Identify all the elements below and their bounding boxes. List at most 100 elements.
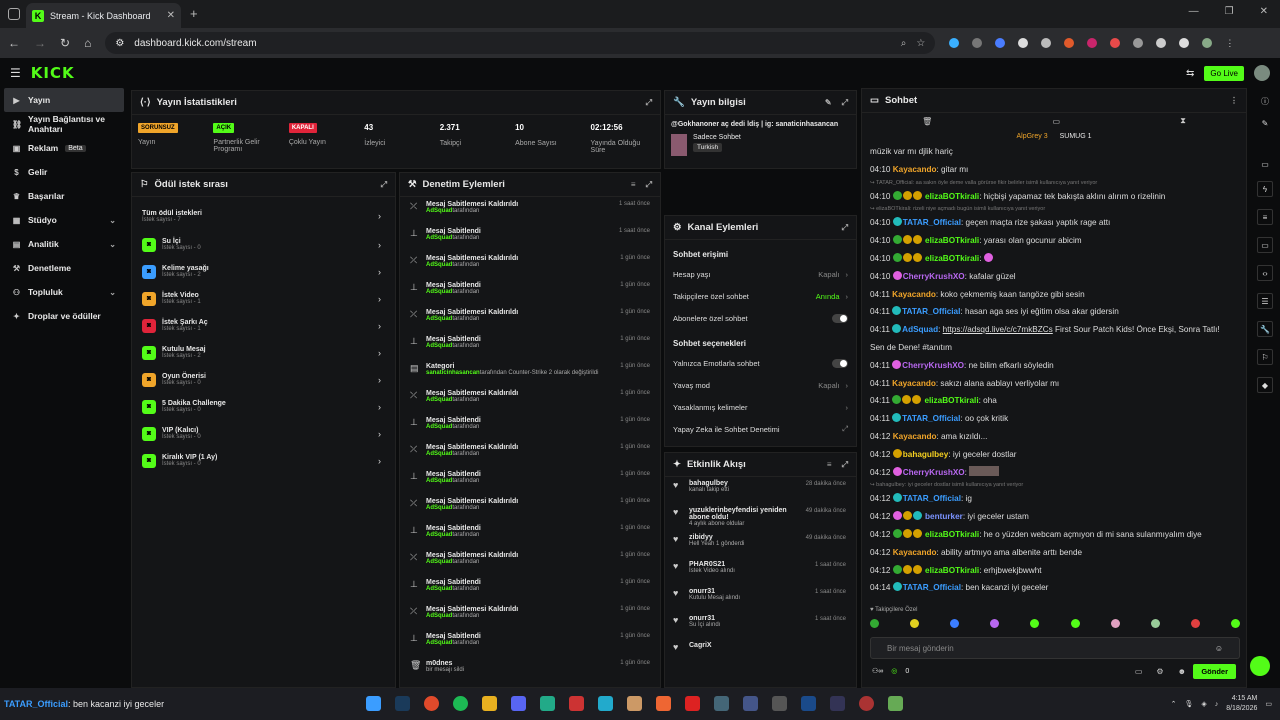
channel-setting-row[interactable]: Hesap yaşı Kapalı › bbox=[665, 263, 856, 285]
close-window-icon[interactable]: ✕ bbox=[1260, 6, 1268, 17]
message-icon[interactable]: ▭ bbox=[1052, 117, 1060, 126]
file-explorer-icon[interactable] bbox=[482, 696, 497, 711]
sidebar-item[interactable]: ▣ Reklam Beta bbox=[0, 136, 128, 160]
app-icon[interactable] bbox=[540, 696, 555, 711]
sidebar-item[interactable]: ⛓ Yayın Bağlantısı ve Anahtarı bbox=[0, 112, 128, 136]
popout-icon[interactable]: ⤢ bbox=[646, 98, 652, 108]
hamburger-menu-icon[interactable]: ☰ bbox=[10, 66, 21, 80]
go-live-button[interactable]: Go Live bbox=[1204, 65, 1244, 81]
channel-setting-row[interactable]: Takipçilere özel sohbet Anında › bbox=[665, 285, 856, 307]
maximize-icon[interactable]: ❐ bbox=[1225, 6, 1234, 17]
trash-icon[interactable]: 🗑 bbox=[922, 117, 932, 126]
app-icon[interactable] bbox=[888, 696, 903, 711]
sidebar-item[interactable]: $ Gelir bbox=[0, 160, 128, 184]
sidebar-item[interactable]: ⚇ Topluluk ⌄ bbox=[0, 280, 128, 304]
emote-icon[interactable] bbox=[950, 619, 960, 628]
channel-setting-row[interactable]: Yasaklanmış kelimeler › bbox=[665, 396, 856, 418]
info-icon[interactable]: ⓘ bbox=[1261, 96, 1269, 107]
app-icon[interactable] bbox=[569, 696, 584, 711]
app-icon[interactable] bbox=[656, 696, 671, 711]
app-icon[interactable] bbox=[772, 696, 787, 711]
app-icon[interactable] bbox=[743, 696, 758, 711]
discord-icon[interactable] bbox=[511, 696, 526, 711]
translate-icon[interactable]: ⇆ bbox=[1186, 68, 1194, 79]
bookmark-star-icon[interactable]: ☆ bbox=[916, 38, 925, 49]
user-avatar[interactable] bbox=[1254, 65, 1270, 81]
extension-icon[interactable] bbox=[1018, 38, 1029, 48]
extension-icon[interactable] bbox=[1064, 38, 1075, 48]
reward-row[interactable]: ◙ Kiralık VIP (1 Ay) İstek sayısı - 0 › bbox=[132, 447, 395, 474]
code-icon[interactable]: ‹› bbox=[1257, 265, 1273, 281]
users-icon[interactable]: ⚇∞ bbox=[872, 667, 883, 675]
reward-row[interactable]: ◙ Kelime yasağı İstek sayısı - 2 › bbox=[132, 258, 395, 285]
popout-icon[interactable]: ⤢ bbox=[842, 223, 848, 233]
emote-icon[interactable] bbox=[910, 619, 920, 628]
pencil-icon[interactable]: ✎ bbox=[1262, 119, 1269, 128]
sidebar-item[interactable]: ♛ Başarılar bbox=[0, 184, 128, 208]
emote-icon[interactable] bbox=[1230, 619, 1240, 628]
forward-icon[interactable]: → bbox=[34, 36, 46, 50]
tab-actions-icon[interactable] bbox=[8, 8, 20, 20]
app-icon[interactable] bbox=[830, 696, 845, 711]
bot-icon[interactable]: ☻ bbox=[1178, 667, 1186, 676]
gift-icon[interactable]: ⚐ bbox=[1257, 349, 1273, 365]
panel-toggle-icon[interactable]: ▭ bbox=[1261, 160, 1269, 169]
address-bar[interactable]: ⚙ dashboard.kick.com/stream ⌕ ☆ bbox=[105, 32, 936, 54]
site-info-icon[interactable]: ⚙ bbox=[115, 38, 124, 49]
extensions-puzzle-icon[interactable] bbox=[1156, 38, 1167, 48]
extension-icon[interactable] bbox=[995, 38, 1006, 48]
list-icon[interactable]: ≡ bbox=[1257, 209, 1273, 225]
emote-icon[interactable] bbox=[1030, 619, 1040, 628]
extension-icon[interactable] bbox=[1041, 38, 1052, 48]
emote-icon[interactable] bbox=[870, 619, 879, 628]
app-icon[interactable] bbox=[598, 696, 613, 711]
sidebar-item[interactable]: ▤ Analitik ⌄ bbox=[0, 232, 128, 256]
mic-icon[interactable]: 🎙 bbox=[1184, 700, 1193, 708]
new-tab-icon[interactable]: + bbox=[190, 6, 198, 21]
channel-setting-row[interactable]: Yapay Zeka ile Sohbet Denetimi ⤢ bbox=[665, 418, 856, 440]
send-button[interactable]: Gönder bbox=[1193, 664, 1236, 679]
channel-setting-row[interactable]: Yavaş mod Kapalı › bbox=[665, 374, 856, 396]
popout-icon[interactable]: ⤢ bbox=[381, 180, 387, 190]
emote-icon[interactable] bbox=[990, 619, 1000, 628]
reward-row[interactable]: ◙ Kutulu Mesaj İstek sayısı - 2 › bbox=[132, 339, 395, 366]
reward-row[interactable]: ◙ VIP (Kalıcı) İstek sayısı - 0 › bbox=[132, 420, 395, 447]
comment-icon[interactable]: ▭ bbox=[1257, 237, 1273, 253]
support-fab[interactable] bbox=[1250, 656, 1270, 676]
emote-icon[interactable] bbox=[1070, 619, 1080, 628]
popout-icon[interactable]: ⤢ bbox=[842, 98, 848, 108]
sidebar-item[interactable]: ✦ Droplar ve ödüller bbox=[0, 304, 128, 328]
reward-row[interactable]: ◙ İstek Şarkı Aç İstek sayısı - 1 › bbox=[132, 312, 395, 339]
obs-icon[interactable] bbox=[859, 696, 874, 711]
bookmarks-icon[interactable] bbox=[1179, 38, 1190, 48]
reload-icon[interactable]: ↻ bbox=[60, 36, 70, 50]
extension-icon[interactable] bbox=[1110, 38, 1121, 48]
profile-avatar[interactable] bbox=[1202, 38, 1213, 48]
clock[interactable]: 4:15 AM 8/18/2026 bbox=[1226, 694, 1257, 714]
windows-start-icon[interactable] bbox=[366, 696, 381, 711]
app-icon[interactable] bbox=[714, 696, 729, 711]
emote-picker-icon[interactable]: ☺ bbox=[1215, 644, 1223, 653]
photoshop-icon[interactable] bbox=[801, 696, 816, 711]
emote-icon[interactable] bbox=[1190, 619, 1200, 628]
close-tab-icon[interactable]: ✕ bbox=[167, 10, 175, 21]
extension-icon[interactable] bbox=[949, 38, 960, 48]
extension-icon[interactable] bbox=[1133, 38, 1144, 48]
chat-bubble-icon[interactable]: ▭ bbox=[1135, 667, 1143, 676]
channel-setting-row[interactable]: Yalnızca Emotlarla sohbet bbox=[665, 352, 856, 374]
toggle-switch[interactable] bbox=[832, 358, 848, 368]
filter-icon[interactable]: ≡ bbox=[631, 180, 636, 190]
popout-icon[interactable]: ⤢ bbox=[842, 460, 848, 470]
channel-setting-row[interactable]: Abonelere özel sohbet bbox=[665, 307, 856, 329]
tray-expand-icon[interactable]: ⌃ bbox=[1171, 700, 1177, 708]
kick-logo[interactable]: KICK bbox=[31, 64, 75, 82]
extension-icon[interactable] bbox=[1087, 38, 1098, 48]
sidebar-item[interactable]: ▦ Stüdyo ⌄ bbox=[0, 208, 128, 232]
reward-row[interactable]: ◙ 5 Dakika Challenge İstek sayısı - 0 › bbox=[132, 393, 395, 420]
home-icon[interactable]: ⌂ bbox=[84, 36, 91, 50]
reward-row[interactable]: ◙ Su İçi İstek sayısı - 0 › bbox=[132, 231, 395, 258]
edit-icon[interactable]: ✎ bbox=[825, 98, 832, 108]
app-icon[interactable] bbox=[685, 696, 700, 711]
reward-row[interactable]: ◙ Oyun Önerisi İstek sayısı - 0 › bbox=[132, 366, 395, 393]
emote-icon[interactable] bbox=[1150, 619, 1160, 628]
